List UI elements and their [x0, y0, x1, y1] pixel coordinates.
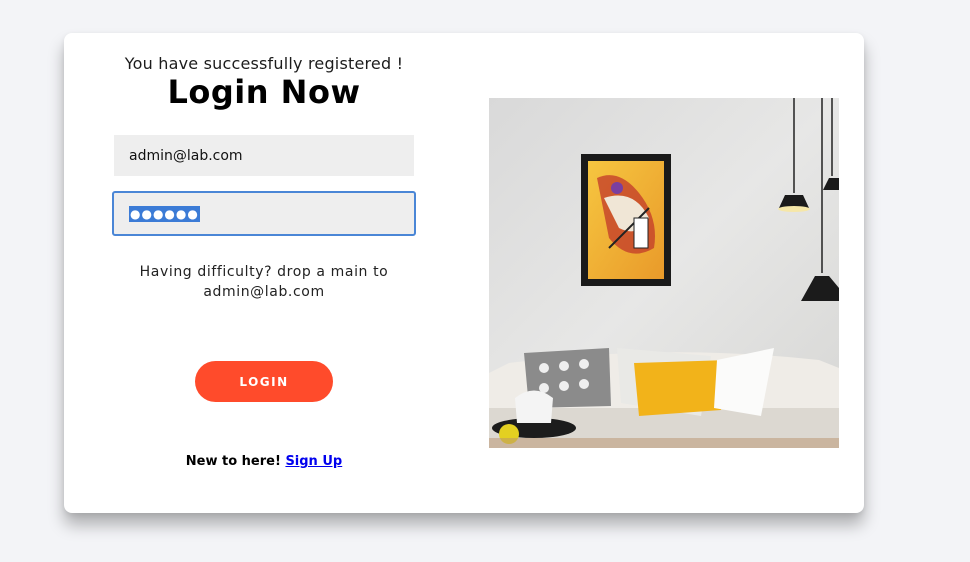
password-field-value: ●●●●●● — [129, 205, 200, 222]
signup-row: New to here! Sign Up — [114, 454, 414, 469]
login-form: You have successfully registered ! Login… — [112, 33, 416, 513]
login-button[interactable]: LOGIN — [195, 361, 333, 402]
email-field-value: admin@lab.com — [129, 147, 243, 164]
page-title: Login Now — [167, 73, 361, 111]
living-room-image — [489, 98, 839, 448]
password-field[interactable]: ●●●●●● — [112, 191, 416, 236]
email-field[interactable]: admin@lab.com — [114, 135, 414, 176]
signup-link[interactable]: Sign Up — [285, 454, 342, 469]
help-email: admin@lab.com — [203, 284, 325, 300]
registration-success-message: You have successfully registered ! — [124, 54, 404, 73]
living-room-illustration — [489, 98, 839, 448]
login-card: You have successfully registered ! Login… — [64, 33, 864, 513]
help-text-line: Having difficulty? drop a main to — [139, 264, 389, 280]
signup-prompt: New to here! — [185, 454, 281, 469]
help-text: Having difficulty? drop a main to admin@… — [114, 262, 414, 302]
